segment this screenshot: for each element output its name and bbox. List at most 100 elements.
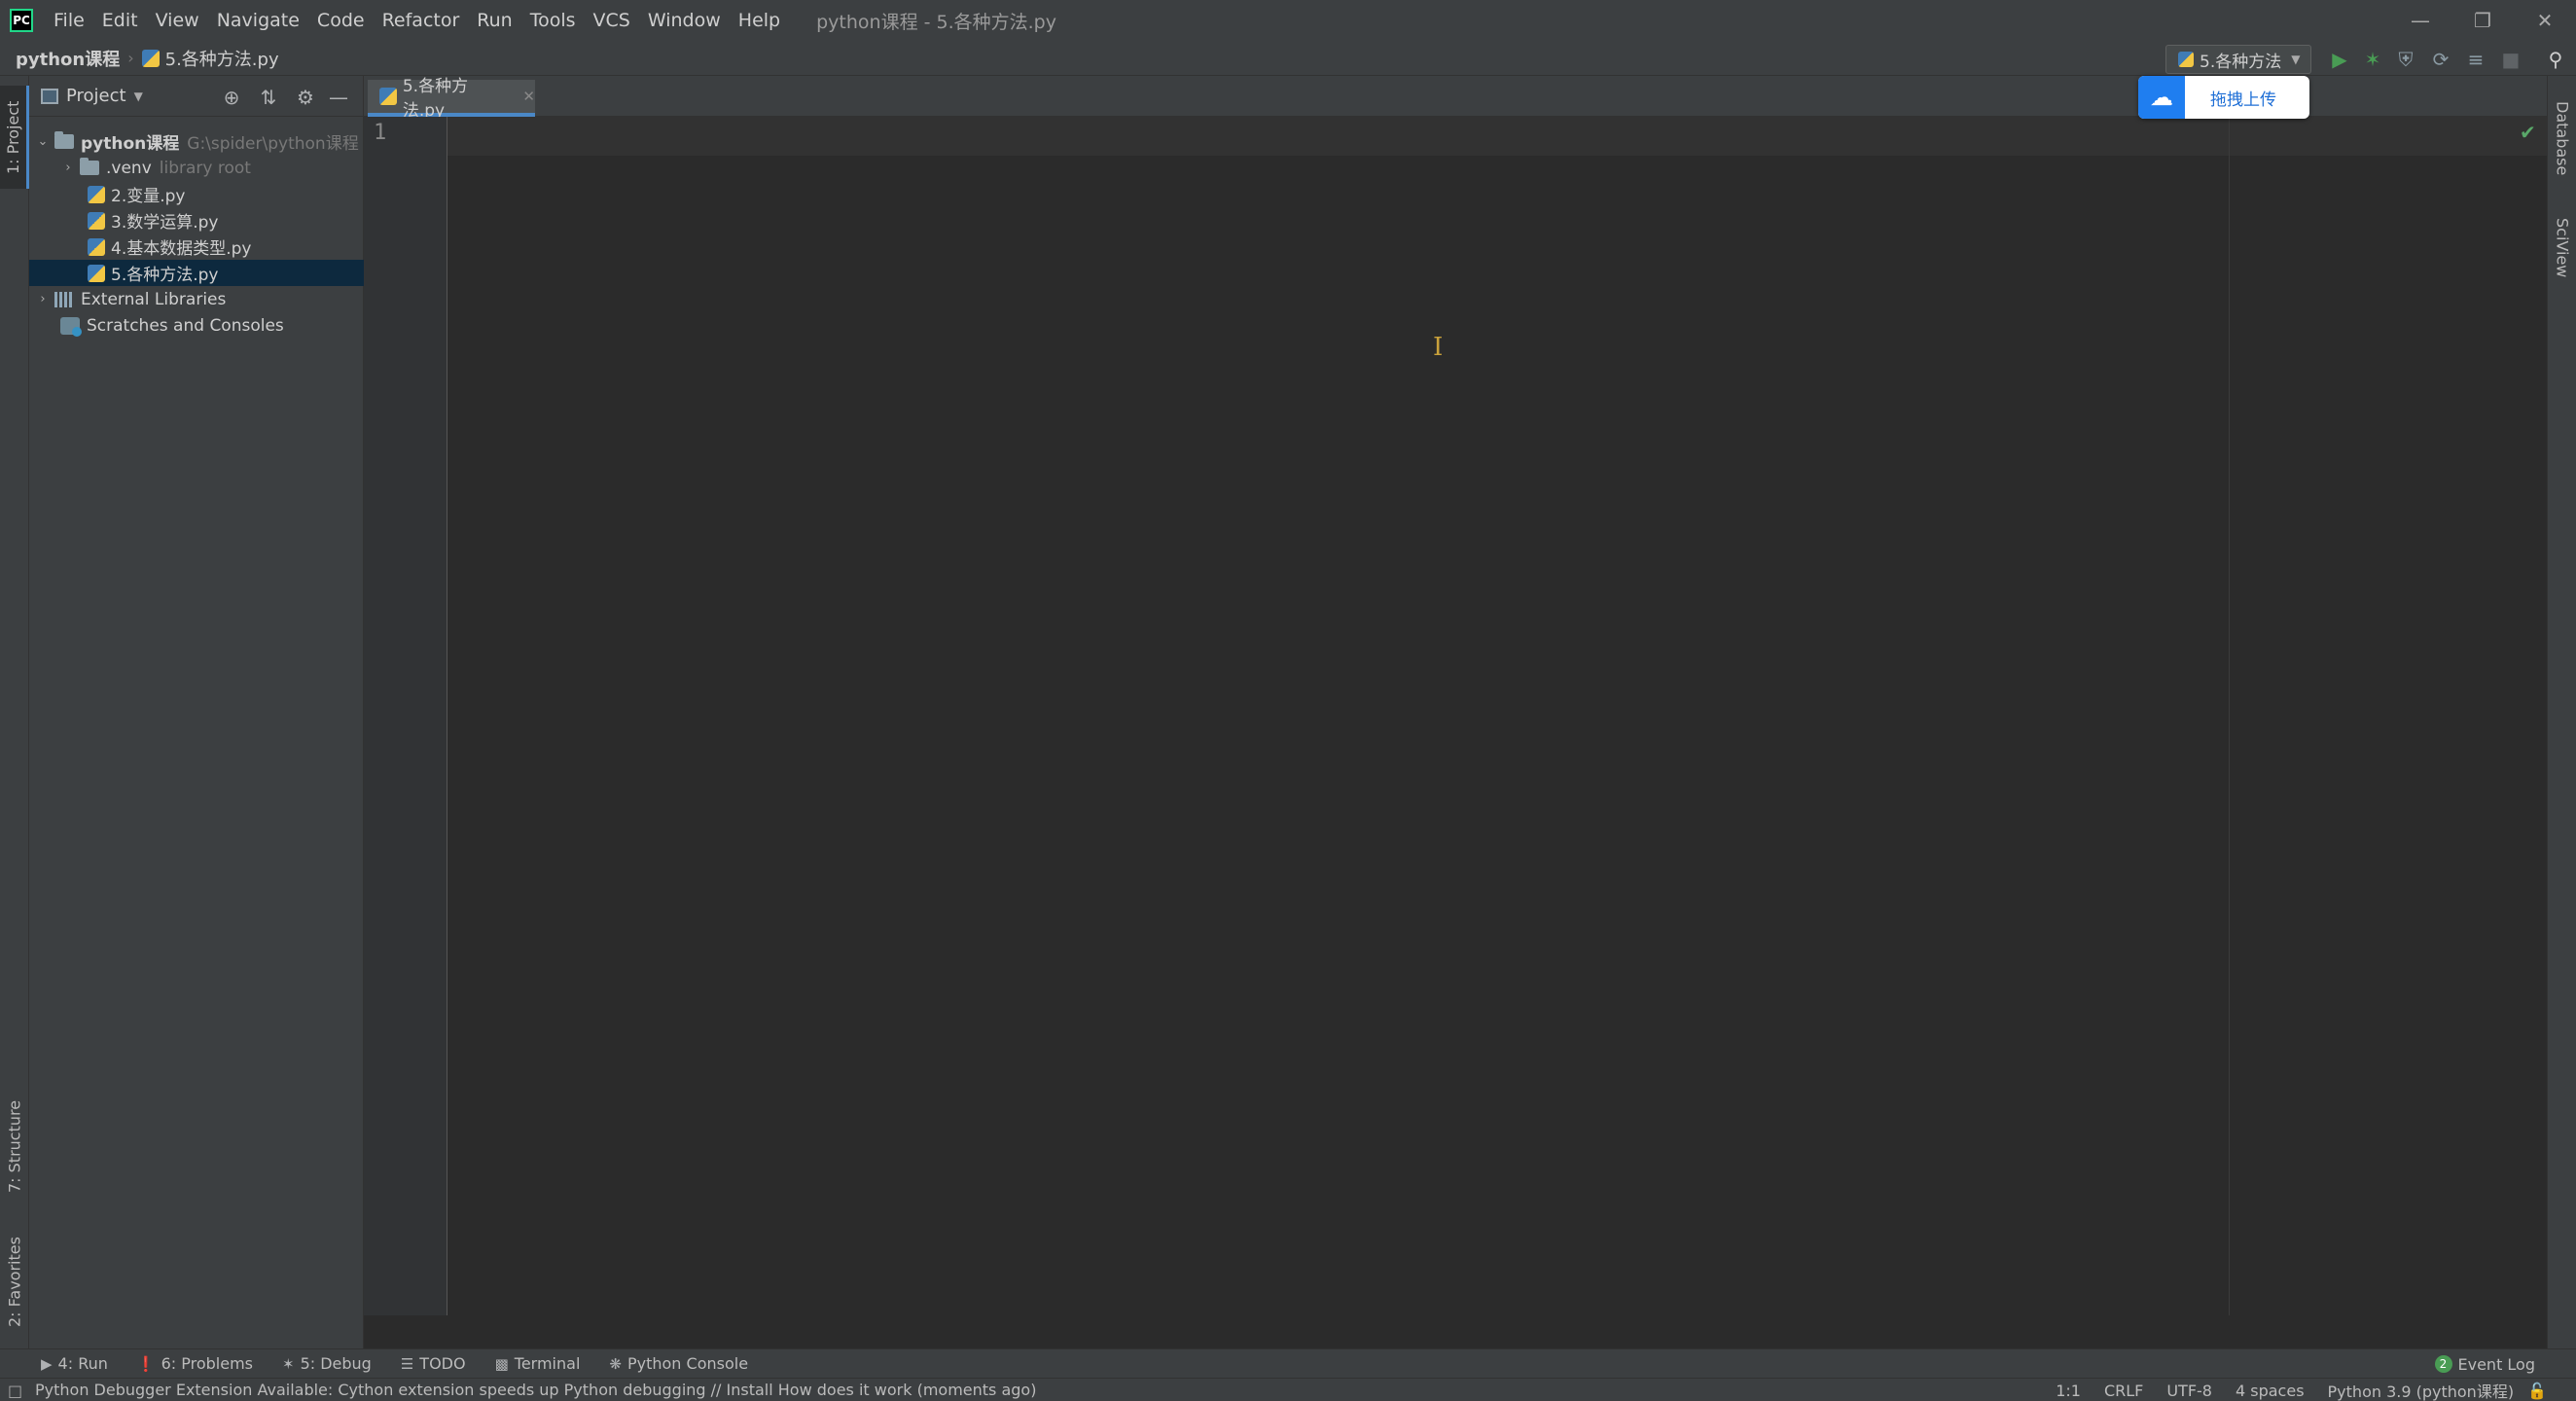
right-margin-guide — [2229, 117, 2230, 1315]
menu-file[interactable]: File — [45, 0, 93, 41]
pycharm-logo-icon: PC — [10, 9, 33, 32]
tree-item-label: .venv — [106, 158, 152, 178]
menu-help[interactable]: Help — [730, 0, 789, 41]
python-file-icon — [88, 211, 105, 230]
file-encoding[interactable]: UTF-8 — [2166, 1382, 2212, 1400]
gear-icon[interactable]: ⚙ — [294, 86, 317, 109]
menu-run[interactable]: Run — [468, 0, 520, 41]
concurrency-icon[interactable]: ≡ — [2463, 47, 2488, 72]
minimize-button[interactable]: — — [2389, 0, 2451, 41]
editor-tab-active[interactable]: 5.各种方法.py ✕ — [368, 77, 535, 121]
hide-panel-icon[interactable]: — — [327, 86, 350, 109]
event-count-badge: 2 — [2434, 1355, 2452, 1373]
tree-item-file[interactable]: 3.数学运算.py — [29, 207, 364, 234]
tree-item-label: 5.各种方法.py — [111, 266, 219, 285]
close-icon[interactable]: ✕ — [522, 88, 535, 105]
tool-event-log-label: Event Log — [2457, 1354, 2536, 1374]
status-widgets: 1:1 CRLF UTF-8 4 spaces Python 3.9 (pyth… — [2032, 1379, 2547, 1401]
tree-item-file[interactable]: 4.基本数据类型.py — [29, 234, 364, 260]
tool-tab-project[interactable]: 1: Project — [0, 86, 29, 189]
chevron-down-icon[interactable]: ▼ — [134, 90, 143, 103]
tree-item-label: External Libraries — [81, 289, 227, 309]
coverage-icon[interactable]: ⛨ — [2393, 47, 2418, 72]
line-separator[interactable]: CRLF — [2104, 1382, 2143, 1400]
upload-widget[interactable]: ☁ 拖拽上传 — [2138, 76, 2309, 119]
editor-gutter: 1 — [364, 117, 447, 1315]
editor-tab-label: 5.各种方法.py — [402, 77, 469, 121]
search-icon[interactable]: ⚲ — [2543, 47, 2568, 72]
line-number: 1 — [374, 121, 387, 145]
python-file-icon — [2178, 52, 2194, 67]
folder-icon — [80, 158, 99, 175]
debug-icon[interactable]: ✶ — [2360, 47, 2385, 72]
menu-refactor[interactable]: Refactor — [374, 0, 469, 41]
tree-item-venv[interactable]: › .venv library root — [29, 155, 364, 181]
chevron-down-icon: ▼ — [2291, 53, 2301, 66]
problems-icon: ❗ — [136, 1354, 156, 1373]
close-window-button[interactable]: ✕ — [2514, 0, 2576, 41]
python-console-icon: ❋ — [609, 1354, 622, 1373]
tree-item-file-selected[interactable]: 5.各种方法.py — [29, 260, 364, 286]
menu-view[interactable]: View — [147, 0, 208, 41]
project-view-select[interactable]: Project — [66, 86, 126, 106]
tool-terminal-label: Terminal — [514, 1354, 581, 1373]
menu-edit[interactable]: Edit — [93, 0, 147, 41]
status-bar: □ Python Debugger Extension Available: C… — [0, 1378, 2576, 1401]
inspection-ok-icon[interactable]: ✔ — [2520, 121, 2536, 144]
status-message[interactable]: Python Debugger Extension Available: Cyt… — [35, 1381, 1036, 1399]
collapse-all-icon[interactable]: ⇅ — [257, 86, 280, 109]
profile-icon[interactable]: ⟳ — [2428, 47, 2453, 72]
tool-debug-label: 5: Debug — [300, 1354, 372, 1373]
menu-window[interactable]: Window — [639, 0, 730, 41]
caret-row-highlight — [447, 117, 2547, 156]
tool-tab-database[interactable]: Database — [2548, 90, 2576, 187]
menu-vcs[interactable]: VCS — [585, 0, 639, 41]
tree-item-label: 3.数学运算.py — [111, 213, 219, 233]
library-icon — [54, 291, 74, 307]
python-interpreter[interactable]: Python 3.9 (python课程) — [2328, 1379, 2515, 1401]
breadcrumb-file[interactable]: 5.各种方法.py — [141, 46, 279, 71]
run-configuration-select[interactable]: 5.各种方法 ▼ — [2165, 45, 2311, 74]
tree-item-project-root[interactable]: ⌄ python课程 G:\spider\python课程 — [29, 128, 364, 155]
tool-terminal[interactable]: ▩ Terminal — [495, 1354, 581, 1373]
menu-navigate[interactable]: Navigate — [208, 0, 308, 41]
menu-code[interactable]: Code — [308, 0, 374, 41]
tree-item-label: Scratches and Consoles — [87, 315, 284, 336]
tree-item-label: python课程 — [81, 134, 180, 154]
restore-button[interactable]: ❐ — [2451, 0, 2514, 41]
folder-icon — [54, 131, 74, 149]
tool-tab-favorites[interactable]: 2: Favorites — [0, 1224, 29, 1341]
tool-problems[interactable]: ❗ 6: Problems — [137, 1354, 253, 1373]
run-icon: ▶ — [41, 1354, 53, 1373]
code-editor[interactable]: ✔ I — [447, 117, 2547, 1315]
project-view-icon — [41, 88, 58, 104]
lock-icon[interactable]: 🔓 — [2527, 1382, 2547, 1400]
locate-icon[interactable]: ⊕ — [220, 86, 243, 109]
tool-python-console-label: Python Console — [626, 1354, 749, 1373]
tree-item-scratches[interactable]: Scratches and Consoles — [29, 312, 364, 339]
tool-tab-sciview[interactable]: SciView — [2548, 204, 2576, 292]
tool-python-console[interactable]: ❋ Python Console — [609, 1354, 748, 1373]
tree-item-file[interactable]: 2.变量.py — [29, 181, 364, 207]
tool-todo[interactable]: ☰ TODO — [401, 1354, 466, 1373]
indent-setting[interactable]: 4 spaces — [2236, 1382, 2305, 1400]
tool-debug[interactable]: ✶ 5: Debug — [282, 1354, 372, 1373]
run-icon[interactable]: ▶ — [2327, 47, 2352, 72]
toggle-tool-windows-icon[interactable]: □ — [8, 1382, 22, 1400]
tool-problems-label: 6: Problems — [161, 1354, 253, 1373]
python-file-icon — [88, 185, 105, 203]
tool-run[interactable]: ▶ 4: Run — [41, 1354, 108, 1373]
menu-tools[interactable]: Tools — [521, 0, 585, 41]
bottom-tool-bar: ▶ 4: Run ❗ 6: Problems ✶ 5: Debug ☰ TODO… — [0, 1348, 2576, 1378]
stop-icon[interactable]: ■ — [2498, 47, 2523, 72]
chevron-down-icon: ⌄ — [37, 134, 49, 149]
tool-event-log[interactable]: 2 Event Log — [2434, 1349, 2536, 1379]
tree-item-hint: G:\spider\python课程 — [187, 134, 359, 154]
caret-position[interactable]: 1:1 — [2056, 1382, 2081, 1400]
terminal-icon: ▩ — [494, 1354, 509, 1373]
bug-icon: ✶ — [281, 1354, 295, 1373]
breadcrumb-project[interactable]: python课程 — [16, 46, 120, 71]
tree-item-external-libraries[interactable]: › External Libraries — [29, 286, 364, 312]
tree-item-label: 4.基本数据类型.py — [111, 239, 252, 259]
tool-tab-structure[interactable]: 7: Structure — [0, 1088, 29, 1204]
